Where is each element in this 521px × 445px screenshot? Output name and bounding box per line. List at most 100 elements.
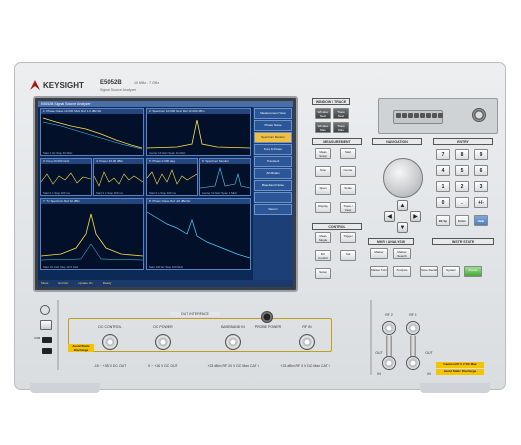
- window-spectrum[interactable]: 2: Spectrum 10.000 GHz Ref 10.000 dBm Ce…: [146, 108, 251, 156]
- window-power[interactable]: 4: Power 10.00 dBm Start 0 s Stop 200 ms: [93, 158, 144, 196]
- save-recall-key[interactable]: Save Recall: [420, 266, 438, 277]
- arrow-left-button[interactable]: ◀: [384, 211, 395, 222]
- instrument-subtitle: Signal Source Analyzer: [100, 88, 137, 92]
- rf1-out-connector[interactable]: [406, 321, 420, 335]
- softkey-baseband-noise[interactable]: Baseband Noise: [254, 180, 292, 191]
- window-phase[interactable]: 5: Phase 0.000 deg Start 0 s Stop 100 ms: [146, 158, 198, 196]
- pin-icon: [414, 113, 419, 118]
- pin-icon: [432, 113, 437, 118]
- usb-label: USB: [34, 336, 41, 340]
- trace-view-key[interactable]: Trace / View: [340, 202, 356, 213]
- softkey-phase-noise[interactable]: Phase Noise: [254, 120, 292, 131]
- window-phase-noise-2[interactable]: 8: Phase Noise Ref -20 dBc/Hz Start 100 …: [146, 198, 251, 270]
- phase-noise-2-trace: [146, 211, 251, 259]
- meas-setup-key[interactable]: Meas Setup: [315, 148, 331, 159]
- scale-key[interactable]: Scale: [340, 184, 356, 195]
- meas-single-key[interactable]: Meas Single: [315, 232, 331, 243]
- trace-next-key[interactable]: Trace Next: [333, 108, 349, 119]
- system-key[interactable]: System: [442, 266, 460, 277]
- dc-control-key[interactable]: DC Control: [315, 250, 331, 261]
- softkey-transient[interactable]: Transient: [254, 156, 292, 167]
- rf2-in-connector[interactable]: [382, 356, 396, 370]
- arrow-up-icon: ▲: [399, 203, 406, 209]
- key-0[interactable]: 0: [436, 197, 450, 208]
- arrow-right-icon: ▶: [413, 214, 418, 220]
- backspace-key[interactable]: Bk Sp: [436, 215, 450, 226]
- pin-icon: [420, 113, 425, 118]
- window-footer: Start 0 s Stop 200 ms: [96, 191, 123, 195]
- key-9[interactable]: 9: [474, 149, 488, 160]
- rotary-knob[interactable]: [383, 158, 423, 198]
- usb-port-1[interactable]: [42, 337, 52, 343]
- start-key[interactable]: Start: [340, 148, 356, 159]
- softkey-spectrum-monitor[interactable]: Spectrum Monitor: [254, 132, 292, 143]
- window-frequency[interactable]: 3: Freq 10.000 GHz Start 0 s Stop 200 ms: [40, 158, 92, 196]
- display-screen[interactable]: E5052B Signal Source Analyzer 1: Phase N…: [38, 101, 293, 287]
- rf1-in-label: IN: [427, 372, 431, 376]
- display-key[interactable]: Display: [315, 202, 331, 213]
- rf2-out-connector[interactable]: [382, 321, 396, 335]
- static-warning-label: Avoid Static Discharge: [68, 344, 94, 352]
- marker-fctn-key[interactable]: Marker Fctn: [370, 266, 388, 277]
- rf2-label: RF 2: [385, 313, 393, 317]
- key-3[interactable]: 3: [474, 181, 488, 192]
- softkey-menu: Measurement View Phase Noise Spectrum Mo…: [253, 107, 293, 280]
- cal-key[interactable]: Cal: [340, 250, 356, 261]
- key-5[interactable]: 5: [455, 165, 469, 176]
- power-button[interactable]: [40, 320, 52, 330]
- rf-in-connector[interactable]: [299, 334, 315, 350]
- marker-search-key[interactable]: Marker Search: [393, 248, 411, 259]
- section-entry: ENTRY: [433, 138, 493, 145]
- key-4[interactable]: 4: [436, 165, 450, 176]
- softkey-all-modes[interactable]: All Modes: [254, 168, 292, 179]
- dc-power-connector[interactable]: [155, 334, 171, 350]
- rf1-in-connector[interactable]: [406, 356, 420, 370]
- probe-power-connector[interactable]: [261, 311, 273, 323]
- trace-max-key[interactable]: Trace Max: [333, 122, 349, 133]
- brand-logo: KEYSIGHT: [30, 80, 84, 90]
- center-key[interactable]: Center: [340, 166, 356, 177]
- key-7[interactable]: 7: [436, 149, 450, 160]
- help-key[interactable]: Help: [474, 215, 488, 226]
- window-footer: Start 0 s Stop 100 ms: [149, 191, 176, 195]
- dc-control-connector[interactable]: [102, 334, 118, 350]
- softkey-measurement-view[interactable]: Measurement View: [254, 108, 292, 119]
- window-max-key[interactable]: Window Max: [315, 122, 331, 133]
- usb-port-2[interactable]: [42, 348, 52, 354]
- enter-key[interactable]: Enter: [455, 215, 469, 226]
- span-key[interactable]: Span: [315, 184, 331, 195]
- eject-knob[interactable]: [472, 108, 486, 122]
- key-8[interactable]: 8: [455, 149, 469, 160]
- control-setup-key[interactable]: Setup: [315, 268, 331, 279]
- status-ext-ref: Ext Ref: [58, 281, 69, 285]
- marker-key[interactable]: Marker: [370, 248, 388, 259]
- analysis-key[interactable]: Analysis: [393, 266, 411, 277]
- window-next-key[interactable]: Window Next: [315, 108, 331, 119]
- keysight-logo-icon: [30, 80, 40, 90]
- key-1[interactable]: 1: [436, 181, 450, 192]
- arrow-down-button[interactable]: ▼: [397, 222, 408, 233]
- preset-key[interactable]: Preset: [464, 266, 482, 277]
- trigger-key[interactable]: Trigger: [340, 232, 356, 243]
- rf-in-spec: +23 dBm RF 0 V DC Max CAT I: [280, 364, 330, 368]
- key-6[interactable]: 6: [474, 165, 488, 176]
- left-foot: [30, 383, 100, 393]
- softkey-blank[interactable]: [254, 192, 292, 203]
- model-number: E5052B: [100, 80, 122, 86]
- window-tx-spectrum[interactable]: 7: Tx Spectrum Ref 10 dBm Start 10 GHz S…: [40, 198, 144, 270]
- dc-power-label: DC POWER: [153, 325, 173, 329]
- softkey-return[interactable]: Return: [254, 204, 292, 215]
- window-spectrum-monitor[interactable]: 6: Spectrum Monitor Center 10 GHz Span 1…: [199, 158, 251, 196]
- stop-key[interactable]: Stop: [315, 166, 331, 177]
- pin-icon: [438, 113, 443, 118]
- softkey-freq-power[interactable]: Freq & Power: [254, 144, 292, 155]
- window-footer: Start 1 Hz Stop 40 MHz: [43, 151, 73, 155]
- arrow-up-button[interactable]: ▲: [397, 200, 408, 211]
- window-phase-noise[interactable]: 1: Phase Noise 10.000 MHz Ref 1.0 dBc/Hz…: [40, 108, 144, 156]
- key-plus-minus[interactable]: +/-: [474, 197, 488, 208]
- key-decimal[interactable]: .: [455, 197, 469, 208]
- baseband-in-connector[interactable]: [225, 334, 241, 350]
- arrow-right-button[interactable]: ▶: [410, 211, 421, 222]
- arrow-down-icon: ▼: [399, 225, 406, 231]
- key-2[interactable]: 2: [455, 181, 469, 192]
